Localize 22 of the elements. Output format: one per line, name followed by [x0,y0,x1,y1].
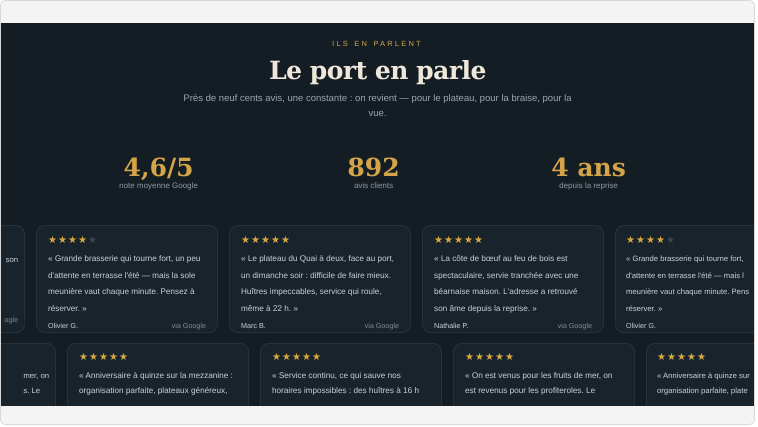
review-text: « Anniversaire à quinze sur la mezzanine : organisation parfaite, plateaux généreux, [79,370,234,397]
stat-label: note moyenne Google [119,181,198,191]
section-subtitle: Près de neuf cents avis, une constante : on revient — pour le plateau, pour la braise, pour la vue. [182,92,573,121]
star-rating: ★★★★★ [626,236,675,246]
star-rating: ★★★★★ [272,352,321,363]
stat-value: 4,6/5 [123,155,194,181]
star-rating: ★★★★★ [434,236,483,246]
review-text: « Service continu, ce qui sauve nos horaires impossibles : des huîtres à 16 h [272,370,420,397]
star-rating: ★★★★★ [241,236,290,246]
star-rating: ★★★★★ [79,352,128,363]
stat-label: avis clients [354,181,394,191]
review-text: « Le plateau du Quai à deux, face au port, un dimanche soir : difficile de faire mieux. Huîtres impeccables, service qui roule, même à 22 h. » [241,253,395,314]
review-text: « On est venus pour les fruits de mer, on est revenus pour les profiteroles. Le [465,370,614,397]
stat-value: 892 [347,155,400,181]
review-text: « La côte de bœuf au feu de bois est spectaculaire, servie tranchée avec une béarnaise maison. L'adresse a retrouvé son âme depuis la reprise. » [434,253,580,315]
review-text: « Grande brasserie qui tourne fort, un peu d'attente en terrasse l'été — mais la sole meunière vaut chaque minute. Pensez à réserver. » [48,253,202,314]
star-rating: ★★★★★ [48,236,97,246]
section-title: Le port en parle [269,55,486,87]
star-rating: ★★★★★ [465,352,514,363]
stat-label: depuis la reprise [559,181,618,191]
star-rating: ★★★★★ [657,352,706,363]
stat-value: 4 ans [551,155,626,181]
